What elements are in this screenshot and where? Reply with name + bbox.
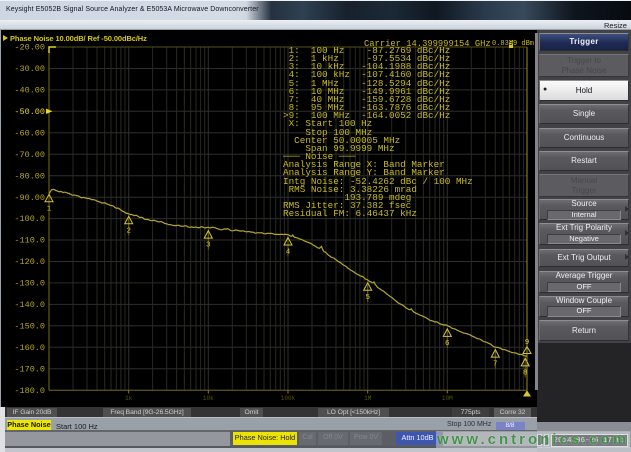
- svg-text:8: 8: [523, 369, 528, 377]
- svg-text:100k: 100k: [281, 395, 296, 402]
- svg-text:10k: 10k: [203, 395, 214, 402]
- svg-text:-100.0: -100.0: [14, 214, 45, 224]
- svg-text:1: 1: [47, 205, 52, 213]
- svg-text:-170.0: -170.0: [14, 364, 45, 374]
- svg-text:-60.00: -60.00: [14, 128, 45, 138]
- svg-text:-160.0: -160.0: [14, 343, 45, 353]
- svg-text:-90.00: -90.00: [14, 193, 45, 203]
- svg-text:-40.00: -40.00: [14, 86, 45, 96]
- svg-text:5: 5: [365, 294, 370, 302]
- svg-text:1M: 1M: [364, 395, 372, 402]
- svg-text:-110.0: -110.0: [14, 236, 45, 246]
- svg-text:9: 9: [525, 339, 530, 347]
- svg-text:-70.00: -70.00: [14, 150, 45, 160]
- svg-text:-180.0: -180.0: [14, 386, 45, 396]
- svg-text:7: 7: [493, 361, 498, 369]
- svg-text:-130.0: -130.0: [14, 279, 45, 289]
- svg-text:-120.0: -120.0: [14, 257, 45, 267]
- svg-text:-140.0: -140.0: [14, 300, 45, 310]
- svg-text:-50.00: -50.00: [14, 107, 45, 117]
- svg-text:3: 3: [206, 242, 211, 250]
- svg-text:-80.00: -80.00: [14, 171, 45, 181]
- svg-text:10M: 10M: [442, 395, 453, 402]
- svg-text:1k: 1k: [125, 395, 133, 402]
- svg-text:4: 4: [286, 249, 291, 257]
- svg-text:-20.00: -20.00: [14, 43, 45, 53]
- svg-text:6: 6: [445, 340, 450, 348]
- svg-text:2: 2: [126, 227, 131, 235]
- svg-text:-30.00: -30.00: [14, 64, 45, 74]
- svg-text:-150.0: -150.0: [14, 321, 45, 331]
